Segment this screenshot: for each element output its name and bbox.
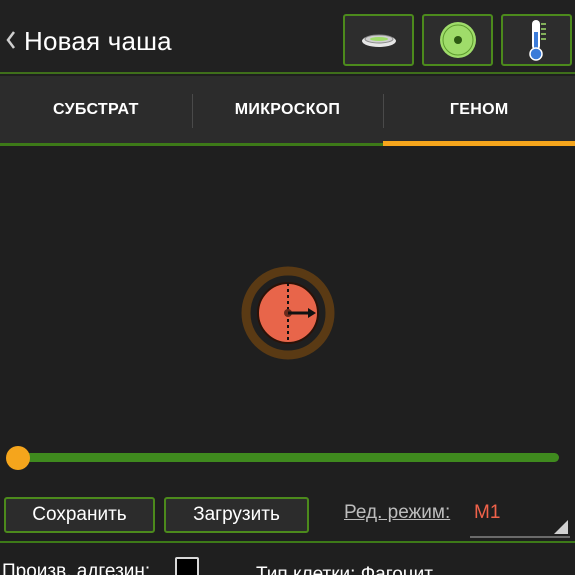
save-button[interactable]: Сохранить (4, 497, 155, 533)
tab-bar: СУБСТРАТ МИКРОСКОП ГЕНОМ (0, 76, 575, 146)
app-header: Новая чаша (0, 0, 575, 74)
tab-genome[interactable]: ГЕНОМ (383, 76, 575, 146)
well-button[interactable] (422, 14, 493, 66)
tab-microscope[interactable]: МИКРОСКОП (191, 76, 384, 143)
edit-mode-value[interactable]: M1 (474, 502, 500, 524)
cell-icon[interactable] (240, 265, 336, 361)
genome-slider[interactable] (4, 444, 562, 472)
tab-substrate[interactable]: СУБСТРАТ (0, 76, 192, 143)
page-title: Новая чаша (24, 26, 172, 56)
thermometer-icon (528, 20, 546, 61)
cell-type-label: Тип клетки: (256, 564, 356, 575)
adhesin-checkbox[interactable] (175, 557, 199, 575)
temperature-button[interactable] (501, 14, 572, 66)
dish-button[interactable] (343, 14, 414, 66)
slider-thumb[interactable] (6, 446, 30, 470)
back-chevron-icon[interactable] (4, 28, 18, 52)
slider-track[interactable] (14, 453, 559, 462)
well-icon (439, 22, 476, 58)
load-button[interactable]: Загрузить (164, 497, 309, 533)
genome-canvas[interactable] (0, 149, 575, 489)
edit-mode-label: Ред. режим: (344, 502, 451, 523)
adhesin-label: Произв. адгезин: (2, 561, 151, 575)
cell-type-text: Тип клетки: Фагоцит (256, 564, 433, 575)
cell-type-value[interactable]: Фагоцит (361, 564, 433, 575)
dropdown-caret-icon (554, 520, 568, 534)
footer-divider (0, 541, 575, 543)
dish-icon (361, 34, 396, 47)
